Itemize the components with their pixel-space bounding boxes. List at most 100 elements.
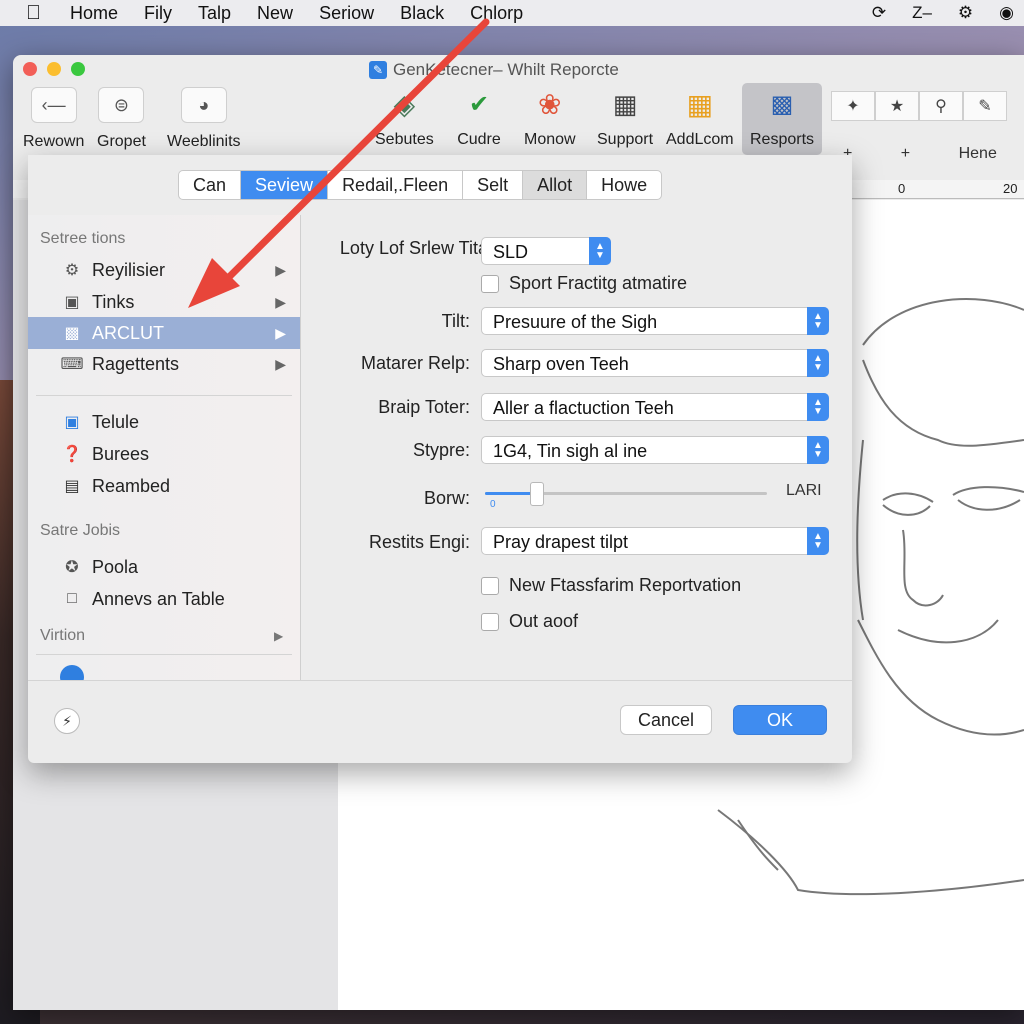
- checkbox-label: Sport Fractitg atmatire: [509, 273, 688, 293]
- sidebar-item-label: Reyilisier: [92, 259, 166, 280]
- ruler-mark: 20: [1003, 181, 1018, 196]
- menu-talp[interactable]: Talp: [198, 3, 231, 24]
- toolbar-weeblinits[interactable]: ◕ Weeblinits: [167, 87, 241, 151]
- updown-icon: ▲ ▼: [807, 393, 829, 421]
- updown-icon: ▲ ▼: [807, 307, 829, 335]
- popup-value: Sharp oven Teeh: [493, 354, 629, 374]
- sidebar-item-tinks[interactable]: ▣ Tinks ▶: [28, 286, 300, 318]
- folder-icon: ▦: [686, 88, 714, 120]
- menu-new[interactable]: New: [257, 3, 293, 24]
- updown-icon: ▲ ▼: [589, 237, 611, 265]
- apple-icon[interactable]: : [26, 2, 50, 25]
- menu-seriow[interactable]: Seriow: [319, 3, 374, 24]
- tab-selt[interactable]: Selt: [463, 171, 524, 199]
- tab-seview[interactable]: Seview: [241, 171, 329, 199]
- chevron-right-icon[interactable]: ▶: [274, 629, 283, 643]
- checkbox-box[interactable]: [481, 612, 499, 631]
- toolbar-rewown[interactable]: ‹— Rewown: [23, 87, 84, 151]
- toolbar-gropet[interactable]: ⊜ Gropet: [97, 87, 146, 151]
- toolbar-addlcom[interactable]: ▦ AddLcom: [666, 87, 734, 149]
- toolbar-label: Weeblinits: [167, 133, 241, 150]
- title-field-label: Loty Lof Srlew Titar:: [339, 238, 499, 258]
- star-icon[interactable]: ★: [875, 91, 919, 121]
- tab-howe[interactable]: Howe: [587, 171, 661, 199]
- sidebar-item-label: Reambed: [92, 475, 171, 496]
- sidebar-item-ragettents[interactable]: ⌨ Ragettents ▶: [28, 348, 300, 380]
- cancel-button[interactable]: Cancel: [620, 705, 712, 735]
- tab-allot[interactable]: Allot: [523, 171, 588, 199]
- back-icon: ‹—: [30, 87, 77, 123]
- ok-button[interactable]: OK: [733, 705, 827, 735]
- out-aoof-checkbox[interactable]: Out aoof: [481, 611, 578, 632]
- toolbar-label: Resports: [750, 131, 815, 148]
- tilt-label: Tilt:: [441, 311, 470, 331]
- checkbox-box[interactable]: [481, 576, 499, 595]
- matarer-popup[interactable]: Sharp oven Teeh ▲ ▼: [481, 349, 829, 377]
- popup-value: Aller a flactuction Teeh: [493, 398, 674, 418]
- chevron-right-icon: ▶: [275, 324, 286, 341]
- menu-black[interactable]: Black: [400, 3, 444, 24]
- toolbar-label: Sebutes: [375, 131, 434, 148]
- close-button[interactable]: [23, 62, 37, 76]
- menu-chlorp[interactable]: Chlorp: [470, 3, 523, 24]
- user-icon[interactable]: ◉: [999, 3, 1014, 23]
- sidebar-item-burees[interactable]: ❓ Burees: [28, 438, 300, 470]
- tab-redail-fleen[interactable]: Redail,.Fleen: [328, 171, 464, 199]
- pen-icon[interactable]: ✎: [963, 91, 1007, 121]
- pin-icon[interactable]: ✦: [831, 91, 875, 121]
- updown-icon: ▲ ▼: [807, 527, 829, 555]
- sidebar-item-reambed[interactable]: ▤ Reambed: [28, 470, 300, 502]
- slider-knob[interactable]: [530, 482, 544, 506]
- toolbar-cudre[interactable]: ✔ Cudre: [457, 87, 501, 149]
- sidebar-section-heading: Virtion: [40, 627, 86, 644]
- sheet-footer: ⚡ Cancel OK: [28, 680, 852, 764]
- tilt-popup[interactable]: Presuure of the Sigh ▲ ▼: [481, 307, 829, 335]
- slider-min-label: 0: [490, 499, 496, 510]
- title-bar: ✎ GenKetecner– Whilt Reporcte: [13, 55, 1024, 83]
- toolbar-bottom-row: + + Hene: [831, 145, 1024, 163]
- toolbar-label: Cudre: [457, 131, 501, 148]
- menu-fily[interactable]: Fily: [144, 3, 172, 24]
- checked-document-icon: ✔: [468, 90, 490, 118]
- popup-value: SLD: [493, 242, 529, 262]
- plus-icon[interactable]: +: [901, 145, 910, 162]
- gear-icon[interactable]: ⚙: [958, 3, 973, 23]
- menu-home[interactable]: Home: [70, 3, 118, 24]
- borw-label: Borw:: [423, 488, 470, 508]
- restits-label: Restits Engi:: [368, 532, 470, 552]
- title-size-popup[interactable]: SLD ▲ ▼: [481, 237, 611, 265]
- sidebar-item-label: Annevs an Table: [92, 588, 225, 609]
- toolbar-sebutes[interactable]: ◈ Sebutes: [375, 87, 434, 149]
- sidebar-item-telule[interactable]: ▣ Telule: [28, 406, 300, 438]
- menu-extra-text[interactable]: Z–: [912, 3, 932, 23]
- sidebar-divider: [36, 395, 292, 396]
- sport-fraction-checkbox[interactable]: Sport Fractitg atmatire: [481, 273, 687, 294]
- sidebar-item-reyilisier[interactable]: ⚙ Reyilisier ▶: [28, 254, 300, 286]
- toolbar-resports[interactable]: ▩ Resports: [742, 83, 823, 155]
- toolbar-support[interactable]: ▦ Support: [597, 87, 653, 149]
- minimize-button[interactable]: [47, 62, 61, 76]
- sidebar-item-label: Ragettents: [92, 353, 180, 374]
- slider-fill: [485, 492, 536, 495]
- menu-extras: ⟳ Z– ⚙ ◉: [872, 0, 1014, 26]
- sidebar-item-annevs-an-table[interactable]: □ Annevs an Table: [28, 583, 300, 615]
- chevron-right-icon: ▶: [275, 261, 286, 278]
- checkbox-box[interactable]: [481, 274, 499, 293]
- sidebar-item-arclut[interactable]: ▩ ARCLUT ▶: [28, 317, 300, 349]
- help-button[interactable]: ⚡: [54, 708, 80, 734]
- braip-popup[interactable]: Aller a flactuction Teeh ▲ ▼: [481, 393, 829, 421]
- window-icon: ▣: [64, 414, 80, 431]
- zoom-button[interactable]: [71, 62, 85, 76]
- sync-icon[interactable]: ⟳: [872, 3, 886, 23]
- updown-icon: ▲ ▼: [807, 349, 829, 377]
- popup-value: Pray drapest tilpt: [493, 532, 629, 552]
- toolbar-label[interactable]: Hene: [959, 145, 997, 162]
- borw-slider[interactable]: [485, 482, 767, 506]
- restits-popup[interactable]: Pray drapest tilpt ▲ ▼: [481, 527, 829, 555]
- stypre-popup[interactable]: 1G4, Tin sigh al ine ▲ ▼: [481, 436, 829, 464]
- sidebar-item-poola[interactable]: ✪ Poola: [28, 551, 300, 583]
- search-icon[interactable]: ⚲: [919, 91, 963, 121]
- new-transform-checkbox[interactable]: New Ftassfarim Reportvation: [481, 575, 741, 596]
- toolbar-monow[interactable]: ❀ Monow: [524, 87, 576, 149]
- tab-can[interactable]: Can: [179, 171, 242, 199]
